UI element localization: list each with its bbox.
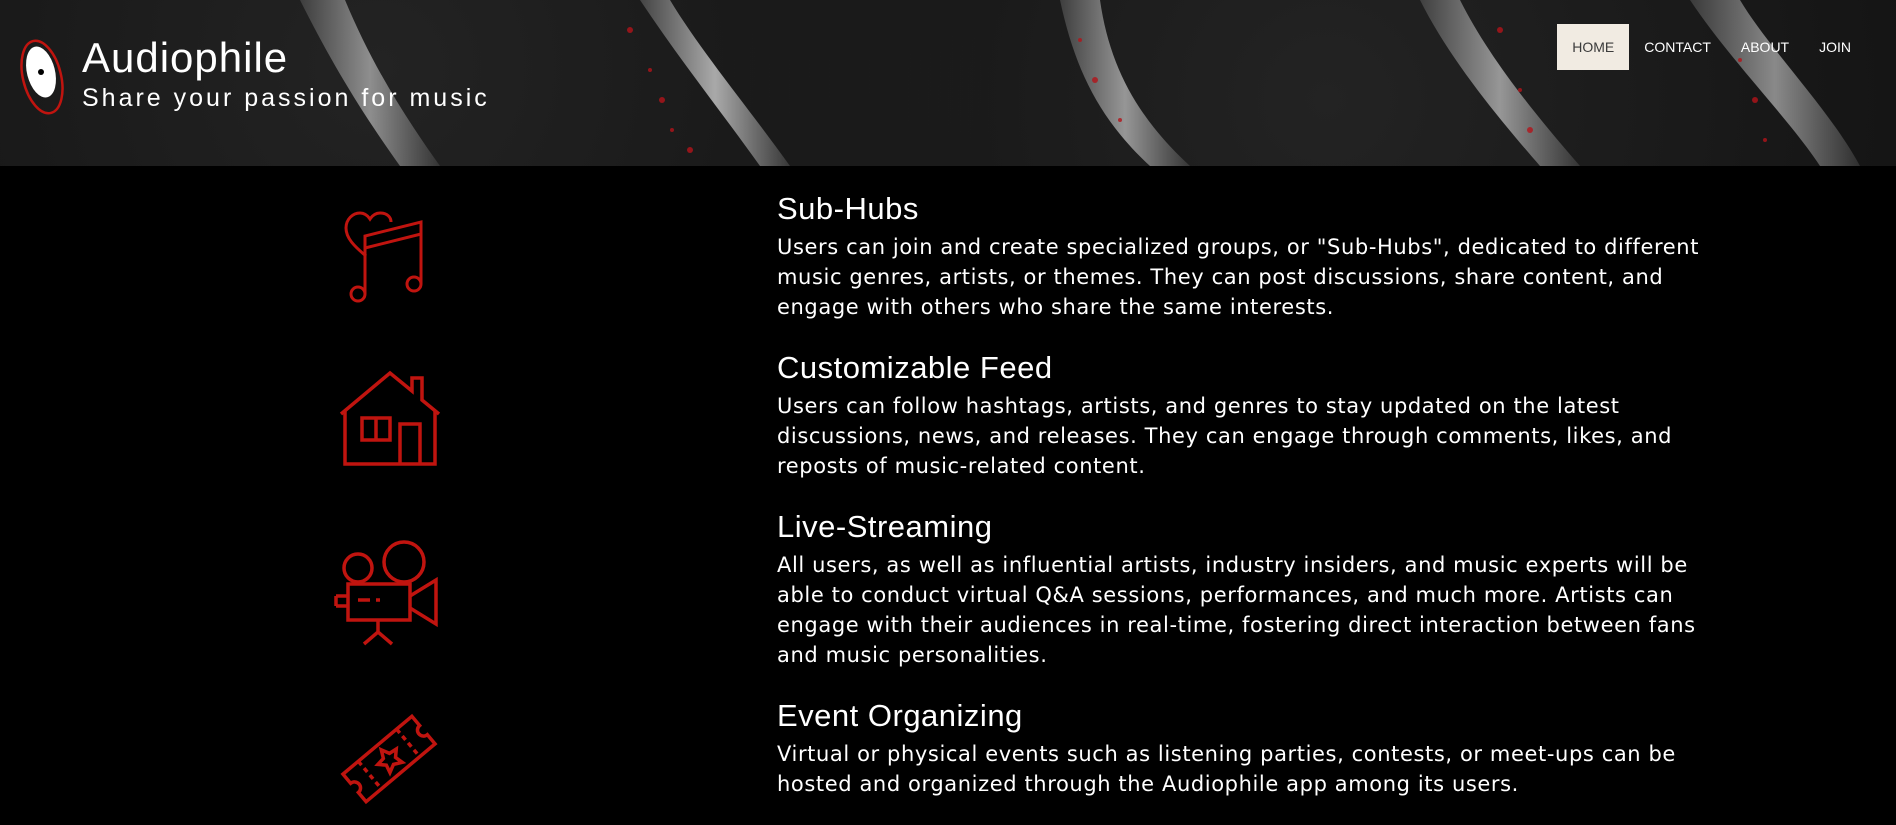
nav-about[interactable]: ABOUT (1726, 24, 1804, 70)
nav-contact[interactable]: CONTACT (1629, 24, 1726, 70)
site-tagline: Share your passion for music (82, 84, 490, 112)
feature-title: Event Organizing (777, 698, 1023, 733)
heart-music-note-icon (344, 211, 423, 303)
site-title: Audiophile (82, 34, 289, 81)
feature-description: All users, as well as influential artist… (777, 553, 1696, 667)
video-camera-icon (334, 540, 438, 646)
main-nav: HOME CONTACT ABOUT JOIN (1557, 24, 1866, 70)
feature-title: Customizable Feed (777, 350, 1053, 385)
feature-description: Users can follow hashtags, artists, and … (777, 394, 1673, 478)
nav-join[interactable]: JOIN (1804, 24, 1866, 70)
vinyl-record-icon (20, 39, 64, 115)
ticket-icon (340, 713, 438, 805)
feature-description: Users can join and create specialized gr… (777, 235, 1700, 319)
nav-home[interactable]: HOME (1557, 24, 1630, 70)
brand[interactable]: Audiophile Share your passion for music (20, 36, 490, 116)
features-section: Sub-Hubs Users can join and create speci… (0, 166, 1896, 825)
feature-description: Virtual or physical events such as liste… (777, 742, 1676, 796)
site-header: Audiophile Share your passion for music … (0, 0, 1896, 166)
feature-title: Live-Streaming (777, 509, 993, 544)
feature-title: Sub-Hubs (777, 191, 919, 226)
house-icon (339, 370, 441, 466)
